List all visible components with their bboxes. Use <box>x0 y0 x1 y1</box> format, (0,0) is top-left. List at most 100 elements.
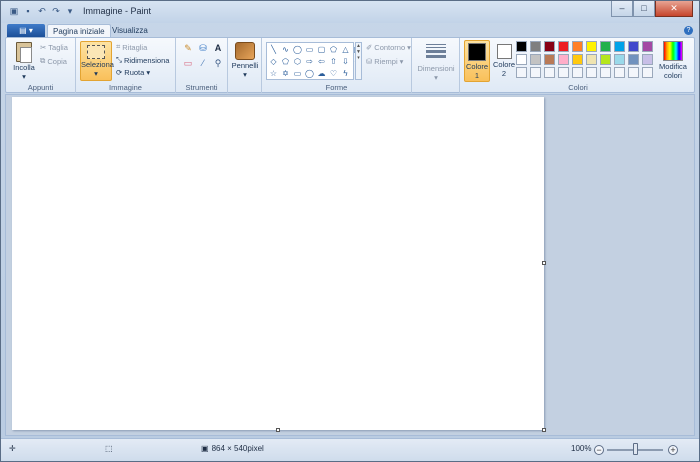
text-tool-icon[interactable]: A <box>212 42 224 54</box>
palette-swatch[interactable] <box>642 54 653 65</box>
eraser-icon[interactable]: ▭ <box>182 57 194 69</box>
zoom-out-button[interactable]: − <box>594 445 604 455</box>
palette-swatch[interactable] <box>628 41 639 52</box>
shapes-scroll[interactable]: ▲ ▼ ▾ <box>355 42 362 80</box>
pentagon-shape-icon[interactable]: ⬠ <box>280 56 291 67</box>
triangle-shape-icon[interactable]: △ <box>340 44 351 55</box>
selection-size: ⬚ <box>105 444 113 453</box>
crop-icon: ⌗ <box>116 42 121 51</box>
palette-swatch[interactable] <box>586 41 597 52</box>
copy-button[interactable]: ⧉ Copia <box>40 56 67 66</box>
palette-swatch[interactable] <box>558 54 569 65</box>
palette-swatch[interactable] <box>628 54 639 65</box>
zoom-in-button[interactable]: + <box>668 445 678 455</box>
redo-icon[interactable]: ↷ <box>51 6 61 16</box>
tab-visualizza[interactable]: Visualizza <box>107 24 153 37</box>
palette-swatch[interactable] <box>516 54 527 65</box>
rounded-rectangle-shape-icon[interactable]: ▢ <box>316 44 327 55</box>
paint-menu-button[interactable]: ▤ ▾ <box>7 24 45 37</box>
arrow-left-shape-icon[interactable]: ⇦ <box>316 56 327 67</box>
resize-handle-corner[interactable] <box>542 428 546 432</box>
polygon-shape-icon[interactable]: ⬠ <box>328 44 339 55</box>
palette-swatch[interactable] <box>600 41 611 52</box>
customize-qat-icon[interactable]: ▾ <box>65 6 75 16</box>
magnifier-icon[interactable]: ⚲ <box>212 57 224 69</box>
color2-button[interactable]: Colore 2 <box>492 40 516 82</box>
drawing-canvas[interactable] <box>12 97 544 430</box>
palette-swatch[interactable] <box>600 67 611 78</box>
crosshair-icon: ✛ <box>9 444 16 453</box>
paste-button[interactable]: Incolla ▾ <box>10 42 38 81</box>
minimize-button[interactable]: – <box>611 1 633 17</box>
crop-label: Ritaglia <box>122 42 148 52</box>
diamond-shape-icon[interactable]: ◇ <box>268 56 279 67</box>
tab-pagina-iniziale[interactable]: Pagina iniziale <box>47 24 111 37</box>
palette-swatch[interactable] <box>530 67 541 78</box>
callout-cloud-shape-icon[interactable]: ☁ <box>316 68 327 79</box>
outline-button[interactable]: ✐ Contorno ▾ <box>366 43 411 52</box>
palette-swatch[interactable] <box>628 67 639 78</box>
palette-swatch[interactable] <box>558 41 569 52</box>
heart-shape-icon[interactable]: ♡ <box>328 68 339 79</box>
palette-swatch[interactable] <box>544 54 555 65</box>
line-shape-icon[interactable]: ╲ <box>268 44 279 55</box>
palette-swatch[interactable] <box>572 54 583 65</box>
arrow-right-shape-icon[interactable]: ⇨ <box>304 56 315 67</box>
color2-number: 2 <box>501 69 507 78</box>
palette-swatch[interactable] <box>558 67 569 78</box>
lightning-shape-icon[interactable]: ϟ <box>340 68 351 79</box>
color-picker-icon[interactable]: ⁄ <box>197 57 209 69</box>
hexagon-shape-icon[interactable]: ⬡ <box>292 56 303 67</box>
palette-swatch[interactable] <box>530 41 541 52</box>
paint-app-icon[interactable]: ▣ <box>9 6 19 16</box>
palette-swatch[interactable] <box>642 41 653 52</box>
close-button[interactable]: ✕ <box>655 1 693 17</box>
palette-swatch[interactable] <box>586 67 597 78</box>
oval-shape-icon[interactable]: ◯ <box>292 44 303 55</box>
palette-swatch[interactable] <box>544 41 555 52</box>
cut-button[interactable]: ✂ Taglia <box>40 43 68 52</box>
palette-swatch[interactable] <box>516 67 527 78</box>
palette-swatch[interactable] <box>572 67 583 78</box>
arrow-down-shape-icon[interactable]: ⇩ <box>340 56 351 67</box>
palette-swatch[interactable] <box>572 41 583 52</box>
save-icon[interactable]: ▪ <box>23 6 33 16</box>
star5-shape-icon[interactable]: ☆ <box>268 68 279 79</box>
callout-rect-shape-icon[interactable]: ▭ <box>292 68 303 79</box>
brushes-button[interactable]: Pennelli ▾ <box>231 42 259 79</box>
fill-button[interactable]: ⛁ Riempi ▾ <box>366 57 403 66</box>
callout-oval-shape-icon[interactable]: ◯ <box>304 68 315 79</box>
edit-colors-button[interactable]: Modifica colori <box>656 41 690 83</box>
star6-shape-icon[interactable]: ✡ <box>280 68 291 79</box>
copy-icon: ⧉ <box>40 56 46 65</box>
resize-handle-bottom[interactable] <box>276 428 280 432</box>
resize-handle-right[interactable] <box>542 261 546 265</box>
palette-swatch[interactable] <box>530 54 541 65</box>
pencil-icon[interactable]: ✎ <box>182 42 194 54</box>
fill-bucket-icon[interactable]: ⛁ <box>197 42 209 54</box>
select-button[interactable]: Seleziona ▾ <box>80 41 114 81</box>
arrow-up-shape-icon[interactable]: ⇧ <box>328 56 339 67</box>
group-label-strumenti: Strumenti <box>185 83 218 92</box>
palette-swatch[interactable] <box>600 54 611 65</box>
edit-colors-label-2: colori <box>664 71 682 80</box>
undo-icon[interactable]: ↶ <box>37 6 47 16</box>
size-button[interactable]: Dimensioni ▾ <box>416 44 456 82</box>
palette-swatch[interactable] <box>544 67 555 78</box>
curve-shape-icon[interactable]: ∿ <box>280 44 291 55</box>
palette-swatch[interactable] <box>642 67 653 78</box>
color1-button[interactable]: Colore 1 <box>464 40 490 82</box>
maximize-button[interactable]: □ <box>633 1 655 17</box>
resize-button[interactable]: ⤡ Ridimensiona <box>116 55 169 65</box>
help-icon[interactable]: ? <box>684 26 693 35</box>
palette-swatch[interactable] <box>516 41 527 52</box>
crop-button[interactable]: ⌗ Ritaglia <box>116 42 147 52</box>
palette-swatch[interactable] <box>614 67 625 78</box>
color2-swatch <box>496 44 512 59</box>
rotate-button[interactable]: ⟳ Ruota ▾ <box>116 68 150 77</box>
zoom-slider-thumb[interactable] <box>633 443 638 455</box>
palette-swatch[interactable] <box>614 54 625 65</box>
palette-swatch[interactable] <box>614 41 625 52</box>
rectangle-shape-icon[interactable]: ▭ <box>304 44 315 55</box>
palette-swatch[interactable] <box>586 54 597 65</box>
